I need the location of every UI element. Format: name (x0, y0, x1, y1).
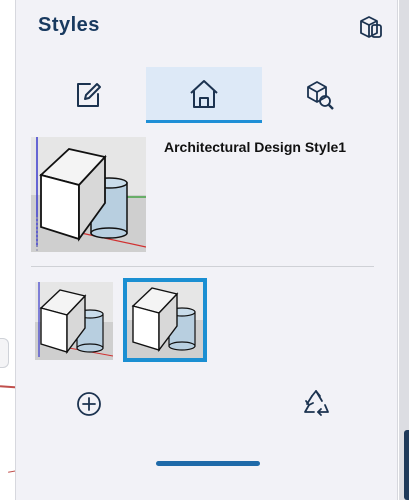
home-icon (190, 79, 218, 108)
right-edge-strip (399, 0, 409, 500)
tab-edit[interactable] (30, 67, 146, 123)
recycle-icon (304, 390, 329, 416)
tab-home[interactable] (146, 67, 262, 123)
home-indicator-bar (156, 461, 260, 466)
style-thumbnail-1[interactable] (35, 282, 113, 360)
tab-inspect[interactable] (262, 67, 378, 123)
section-divider (31, 266, 374, 267)
style-tabs (30, 67, 385, 123)
add-circle-icon (77, 392, 101, 416)
panel-title: Styles (38, 14, 100, 36)
model-info-icon[interactable] (355, 12, 385, 42)
add-style-button[interactable] (74, 389, 104, 419)
panel-header: Styles (16, 0, 397, 52)
styles-panel: Styles Architectural Design Style1 (15, 0, 398, 500)
style-thumbnail-2-selected[interactable] (123, 278, 207, 362)
scrollbar-thumb[interactable] (404, 430, 409, 500)
inspect-model-icon (307, 81, 334, 110)
collapsed-side-tab[interactable] (0, 338, 9, 368)
current-style-thumbnail[interactable] (31, 137, 146, 252)
purge-unused-button[interactable] (300, 388, 332, 420)
current-style-name: Architectural Design Style1 (164, 139, 347, 155)
edit-icon (77, 83, 101, 107)
